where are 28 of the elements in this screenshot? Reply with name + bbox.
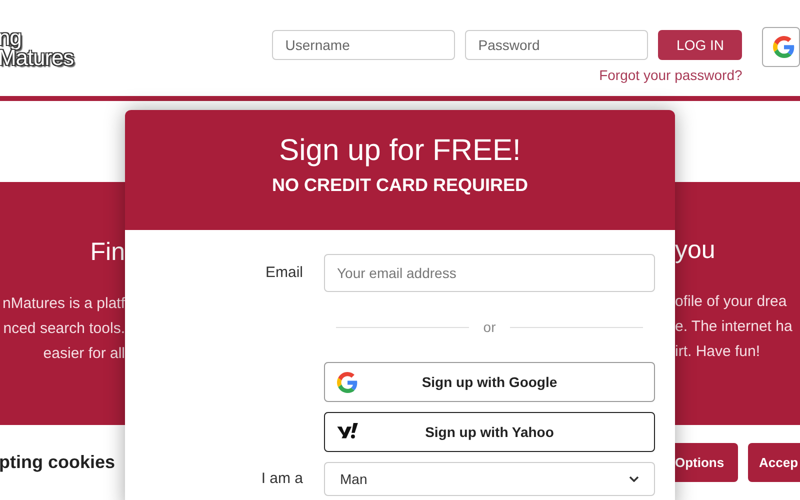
cookie-button[interactable]: Accep xyxy=(748,443,800,482)
google-signup-button[interactable]: Sign up with Google xyxy=(324,362,655,402)
google-login-button[interactable] xyxy=(762,27,800,67)
password-field[interactable]: Password xyxy=(465,30,648,60)
gender-select[interactable]: Man xyxy=(324,462,655,496)
google-icon xyxy=(773,36,796,58)
email-field[interactable]: Your email address xyxy=(324,254,655,292)
divider-text: or xyxy=(483,318,496,336)
intro-text: nMatures is a platf xyxy=(2,294,125,314)
chevron-down-icon xyxy=(629,476,639,482)
yahoo-signup-button[interactable]: Sign up with Yahoo xyxy=(324,412,655,452)
modal-subtitle: NO CREDIT CARD REQUIRED xyxy=(272,174,528,197)
intro-text: nced search tools. xyxy=(3,318,125,338)
intro-text: ofile of your drea xyxy=(675,292,787,312)
google-icon xyxy=(337,372,358,392)
intro-text: irt. Have fun! xyxy=(675,342,760,362)
section-heading: Fin xyxy=(90,237,125,268)
forgot-password-link[interactable]: Forgot your password? xyxy=(599,65,742,86)
section-heading: you xyxy=(675,235,716,266)
login-button[interactable]: LOG IN xyxy=(658,30,742,60)
yahoo-icon xyxy=(337,423,359,441)
gender-label: I am a xyxy=(260,470,303,488)
intro-text: e. The internet ha xyxy=(675,316,792,336)
cookie-notice: pting cookies xyxy=(0,451,116,474)
intro-text: easier for all xyxy=(43,344,125,364)
modal-title: Sign up for FREE! xyxy=(279,133,521,169)
username-field[interactable]: Username xyxy=(272,30,456,60)
email-label: Email xyxy=(264,262,303,283)
